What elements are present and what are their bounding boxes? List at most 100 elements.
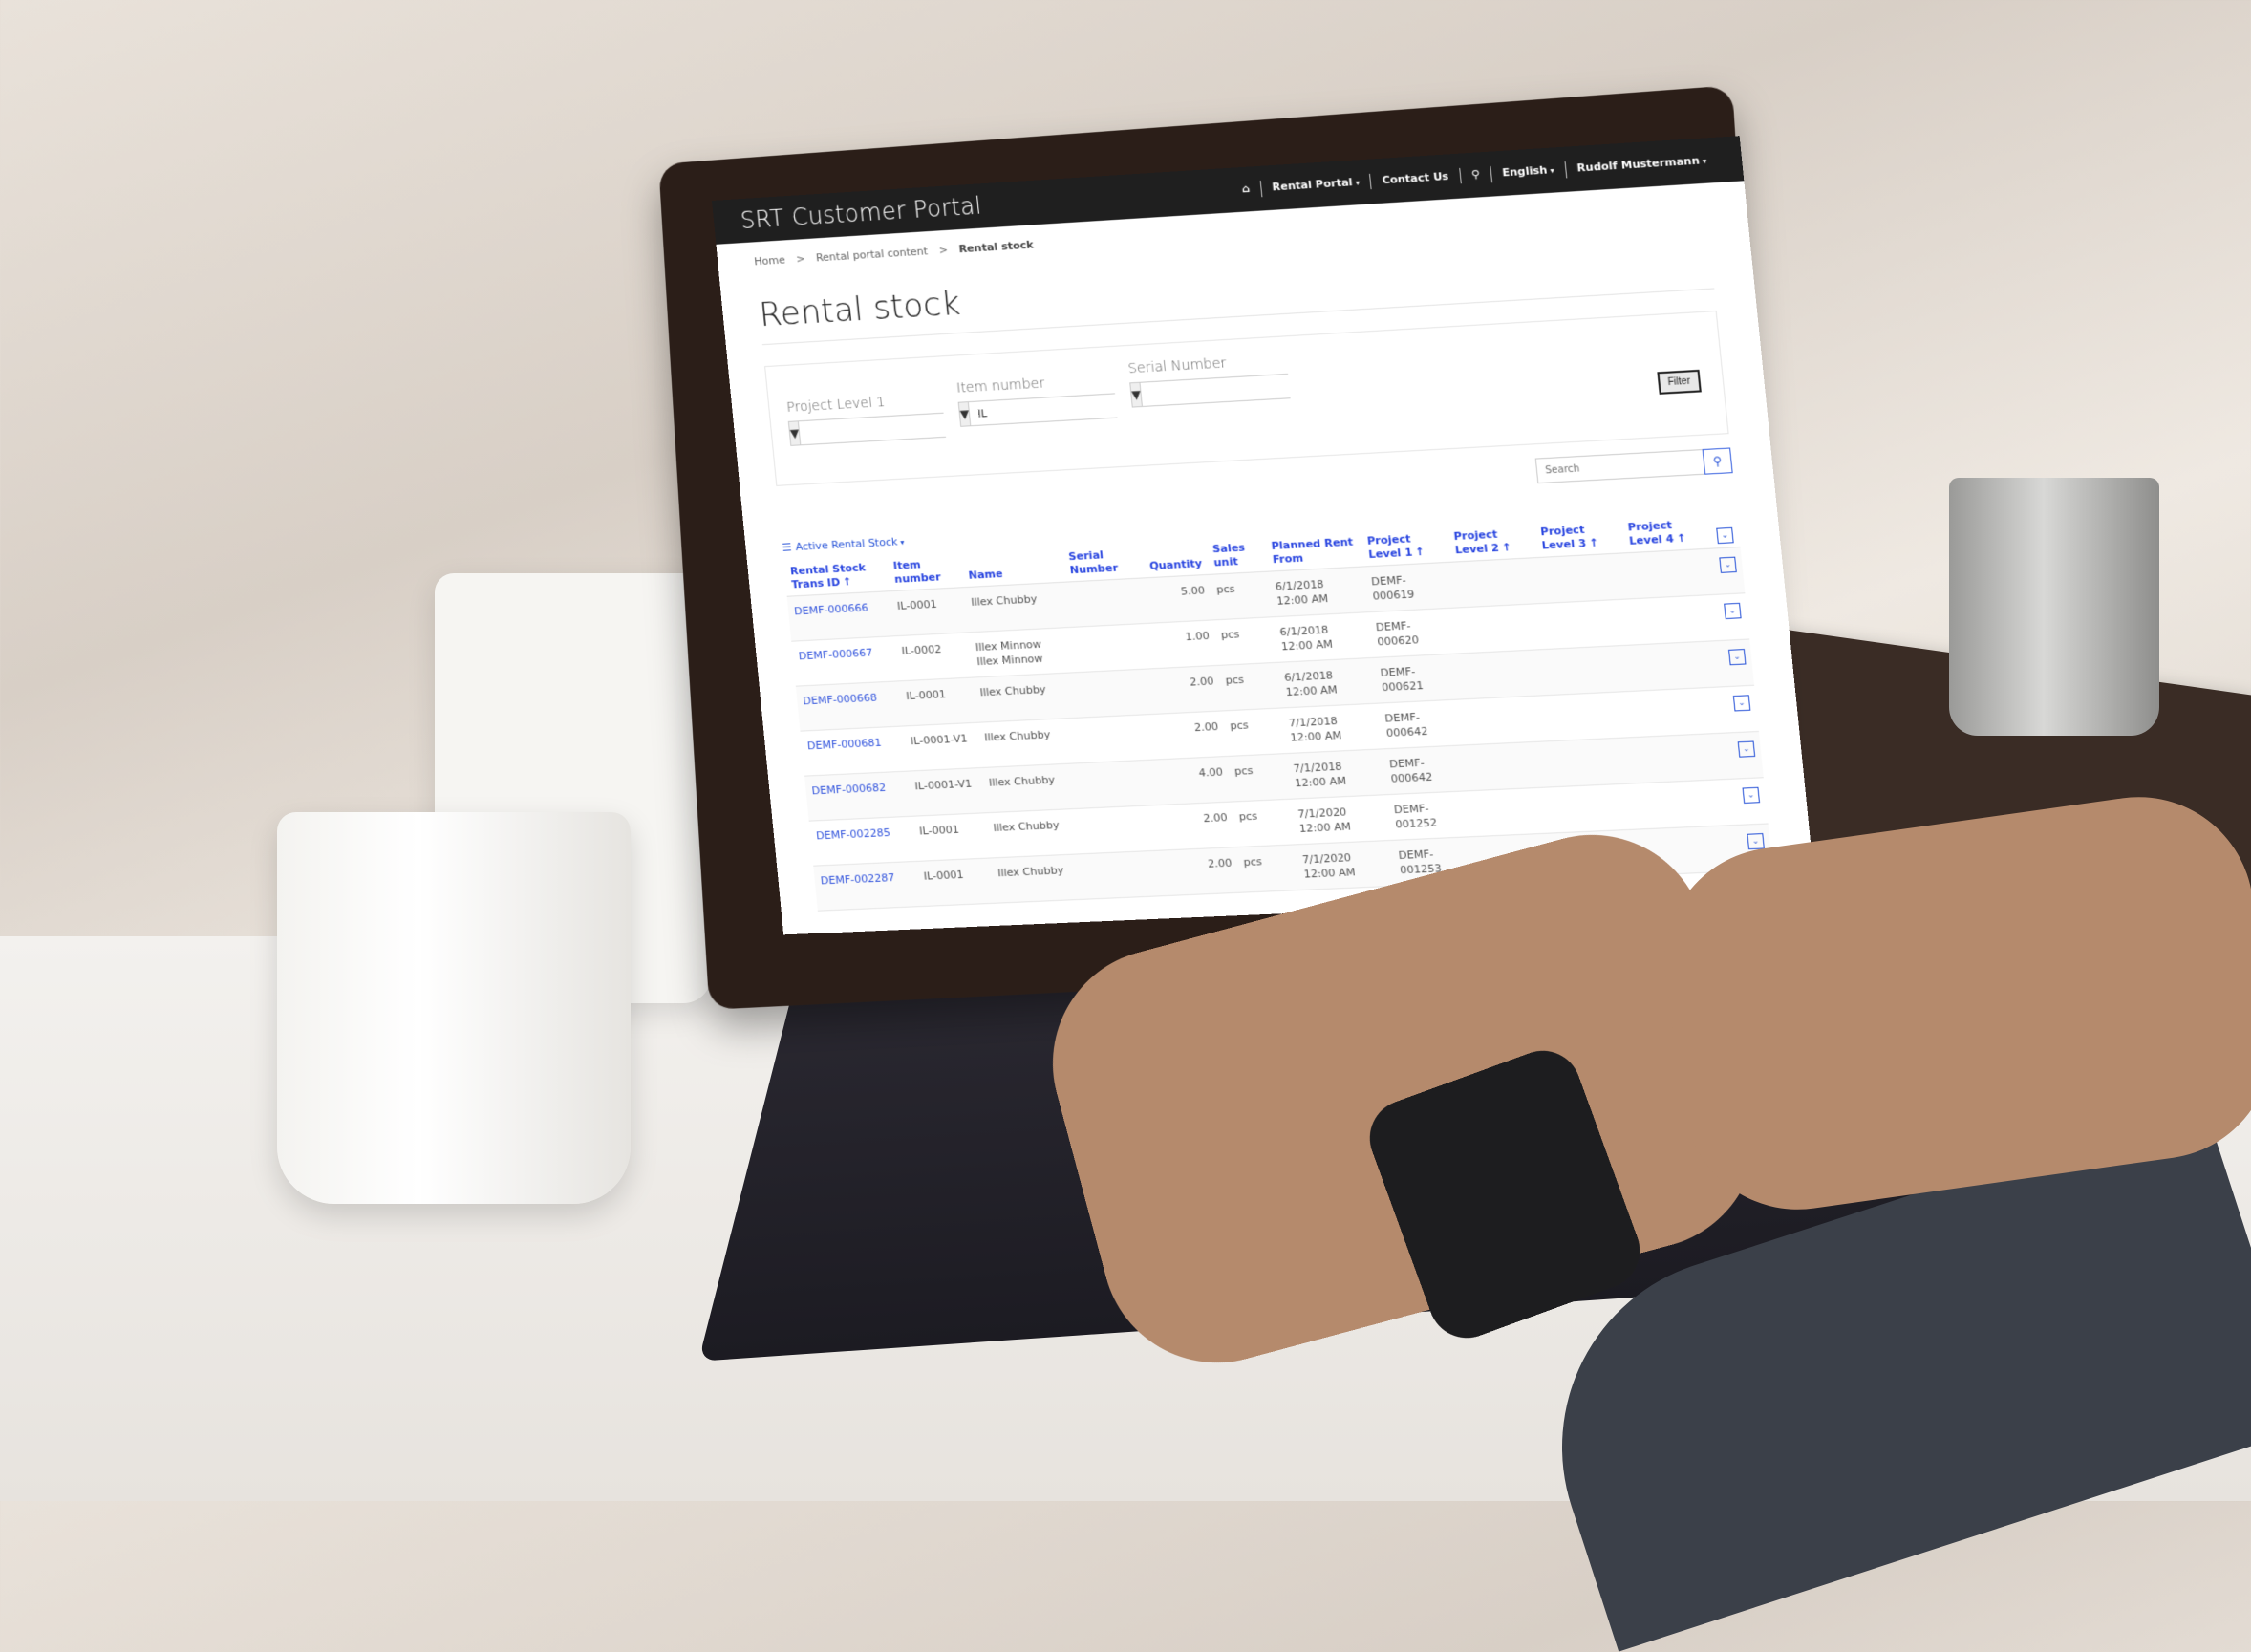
cell-qty: 4.00	[1162, 756, 1233, 805]
list-icon: ☰	[782, 541, 793, 554]
serial-number-input[interactable]	[1140, 374, 1301, 406]
cell-pl2	[1472, 786, 1565, 837]
cell-name: Illex Chubby	[985, 807, 1092, 858]
cell-item: IL-0001	[916, 857, 996, 907]
chevron-down-icon[interactable]: ⌄	[1716, 526, 1734, 545]
nav-contact-us[interactable]: Contact Us	[1369, 168, 1461, 190]
cell-unit: pcs	[1209, 571, 1273, 620]
column-header[interactable]: Serial Number	[1061, 543, 1146, 583]
cell-item: IL-0001-V1	[903, 722, 982, 772]
cell-date: 6/1/2018 12:00 AM	[1276, 657, 1378, 708]
cell-name: Illex Chubby	[973, 672, 1079, 723]
column-header[interactable]: Name	[960, 547, 1065, 588]
cell-name: Illex Chubby	[990, 853, 1097, 904]
cell-id[interactable]: DEMF-000666	[786, 590, 895, 642]
chevron-down-icon[interactable]: ⌄	[1719, 556, 1737, 573]
filter-item-number: Item number ▼	[955, 372, 1127, 427]
cell-serial	[1091, 849, 1177, 899]
cell-date: 7/1/2018 12:00 AM	[1281, 703, 1383, 754]
sort-ascending-icon: ↑	[1588, 536, 1599, 550]
cell-pl3	[1546, 644, 1639, 696]
column-header[interactable]: Project Level 1 ↑	[1360, 526, 1450, 567]
cell-name: Illex Chubby	[981, 762, 1088, 813]
cell-name: Illex Chubby	[963, 582, 1070, 633]
caret-down-icon: ▾	[900, 538, 905, 547]
chevron-down-icon[interactable]: ⌄	[1742, 786, 1760, 804]
cell-date: 7/1/2018 12:00 AM	[1285, 748, 1387, 800]
nav-home[interactable]: ⌂	[1231, 181, 1261, 198]
cell-serial	[1078, 714, 1163, 763]
cell-id[interactable]: DEMF-000668	[795, 680, 904, 732]
cell-id[interactable]: DEMF-000667	[791, 635, 899, 687]
cell-id[interactable]: DEMF-002287	[813, 861, 921, 912]
brand-title[interactable]: SRT Customer Portal	[740, 192, 983, 234]
cell-name: Illex Chubby	[976, 718, 1083, 768]
row-actions: ⌄	[1716, 592, 1750, 641]
sort-ascending-icon: ↑	[1501, 541, 1512, 554]
column-header[interactable]: Sales unit	[1205, 536, 1268, 575]
cell-unit: pcs	[1227, 753, 1291, 803]
cell-qty: 2.00	[1167, 802, 1236, 850]
item-number-input[interactable]	[969, 393, 1127, 426]
breadcrumb-separator: >	[795, 252, 806, 266]
chevron-down-icon[interactable]: ⌄	[1727, 648, 1747, 665]
filter-serial-number: Serial Number ▼	[1127, 353, 1301, 408]
cell-pl4	[1628, 594, 1722, 645]
nav-search[interactable]: ⚲	[1458, 166, 1491, 184]
cell-pl3	[1555, 737, 1648, 787]
cell-date: 6/1/2018 12:00 AM	[1272, 611, 1373, 663]
cell-pl1: DEMF-000642	[1382, 744, 1473, 795]
cell-pl1: DEMF-000642	[1377, 698, 1469, 749]
breadcrumb-rental-portal-content[interactable]: Rental portal content	[815, 245, 928, 264]
column-header[interactable]: Rental Stock Trans ID ↑	[783, 556, 890, 597]
column-header[interactable]: Project Level 4 ↑	[1620, 512, 1712, 553]
chevron-down-icon[interactable]: ⌄	[1732, 694, 1751, 711]
cell-item: IL-0001	[911, 812, 991, 862]
cell-serial	[1087, 805, 1172, 854]
cell-pl1: DEMF-000619	[1363, 562, 1455, 612]
cell-pl4	[1624, 548, 1717, 599]
column-header[interactable]: Planned Rent From	[1264, 530, 1364, 572]
sort-ascending-icon: ↑	[842, 575, 853, 589]
caret-down-icon: ▾	[1702, 156, 1707, 165]
breadcrumb-home[interactable]: Home	[754, 253, 786, 268]
cell-serial	[1074, 668, 1159, 719]
cell-pl2	[1464, 695, 1556, 745]
cell-qty: 1.00	[1148, 619, 1218, 669]
caret-down-icon: ▾	[1355, 178, 1361, 187]
cell-serial	[1064, 577, 1149, 628]
cell-id[interactable]: DEMF-002285	[808, 816, 917, 867]
nav-user-menu[interactable]: Rudolf Mustermann ▾	[1564, 151, 1719, 178]
cell-pl4	[1642, 732, 1736, 783]
page-content: Home > Rental portal content > Rental st…	[716, 181, 1812, 912]
cell-serial	[1083, 759, 1168, 808]
column-header[interactable]: Project Level 2 ↑	[1447, 522, 1537, 563]
column-header[interactable]: Quantity	[1141, 539, 1210, 578]
column-header[interactable]: Item number	[886, 552, 964, 591]
nav-language[interactable]: English ▾	[1490, 161, 1567, 182]
chevron-down-icon[interactable]: ⌄	[1724, 602, 1742, 619]
filter-button[interactable]: Filter	[1657, 369, 1702, 395]
cell-pl4	[1633, 640, 1726, 692]
filter-label: Project Level 1	[785, 395, 887, 416]
cell-pl2	[1454, 603, 1547, 654]
cell-unit: pcs	[1232, 799, 1296, 847]
search-icon: ⚲	[1712, 454, 1723, 469]
cell-item: IL-0002	[894, 632, 974, 681]
cell-pl3	[1559, 783, 1653, 833]
cell-id[interactable]: DEMF-000682	[804, 771, 912, 822]
nav-rental-portal[interactable]: Rental Portal ▾	[1259, 173, 1372, 197]
search-input[interactable]	[1535, 450, 1705, 483]
chevron-down-icon[interactable]: ⌄	[1747, 832, 1765, 849]
row-actions: ⌄	[1721, 638, 1755, 687]
search-button[interactable]: ⚲	[1702, 447, 1733, 475]
column-header[interactable]: Project Level 3 ↑	[1533, 517, 1625, 558]
project-level-1-input[interactable]	[799, 413, 956, 445]
breadcrumb-current: Rental stock	[957, 238, 1035, 256]
cell-item: IL-0001	[898, 677, 977, 726]
cell-pl3	[1551, 691, 1643, 741]
chevron-down-icon[interactable]: ⌄	[1737, 740, 1756, 758]
cell-pl4	[1647, 779, 1741, 829]
cell-id[interactable]: DEMF-000681	[800, 725, 909, 777]
laptop-screen: SRT Customer Portal ⌂ Rental Portal ▾ Con…	[712, 136, 1816, 935]
